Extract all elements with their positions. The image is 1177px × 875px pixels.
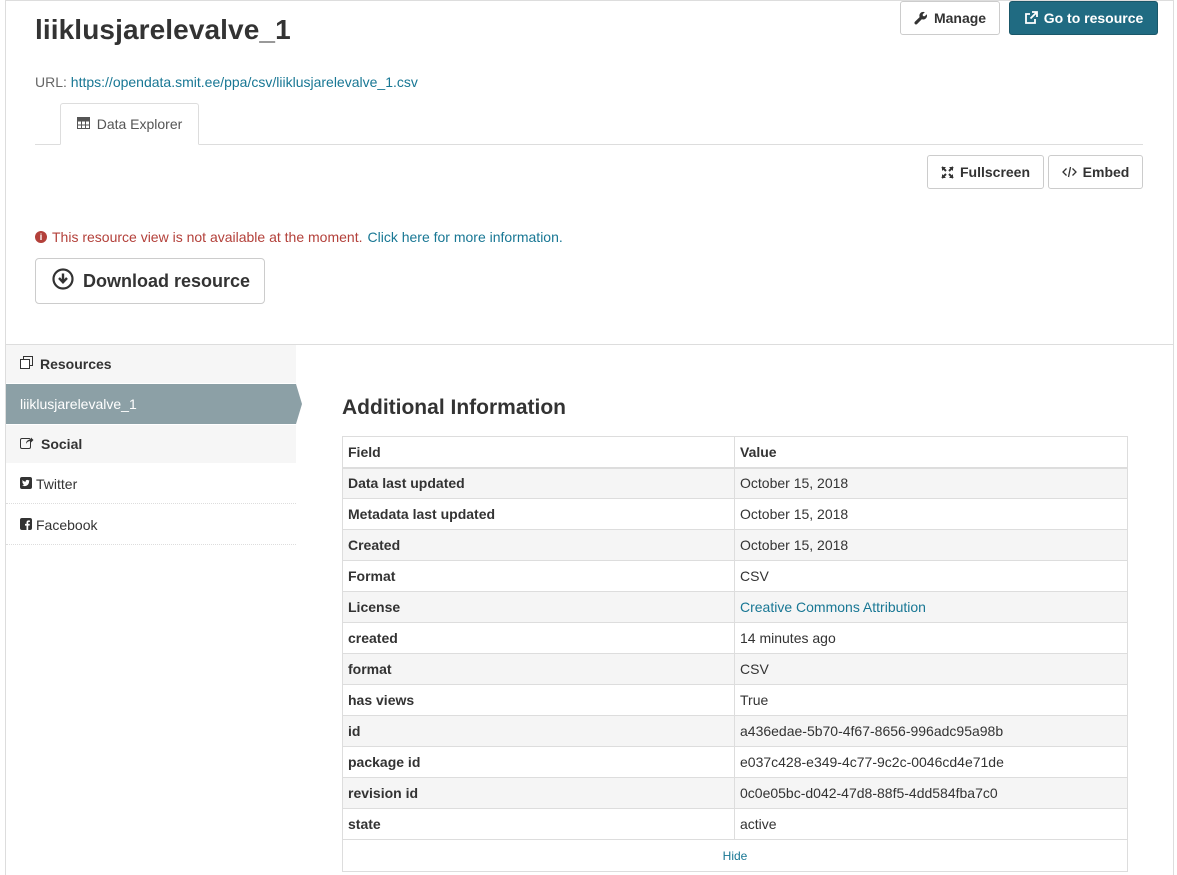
tab-divider — [35, 144, 1143, 145]
share-icon — [20, 436, 34, 452]
download-circle-icon — [52, 267, 74, 295]
embed-button[interactable]: Embed — [1048, 155, 1143, 189]
additional-info-table: Field Value Data last updated October 15… — [342, 436, 1128, 840]
table-icon — [76, 116, 90, 132]
url-label: URL: — [35, 74, 67, 90]
row-field: Data last updated — [342, 467, 735, 499]
table-row: format CSV — [342, 653, 1128, 685]
fullscreen-button[interactable]: Fullscreen — [927, 155, 1044, 189]
embed-label: Embed — [1082, 164, 1130, 180]
manage-button[interactable]: Manage — [900, 1, 1000, 35]
row-value: True — [734, 684, 1128, 716]
active-resource-label: liiklusjarelevalve_1 — [20, 396, 137, 412]
row-field: format — [342, 653, 735, 685]
hide-label: Hide — [722, 848, 748, 863]
sidebar-item-twitter[interactable]: Twitter — [6, 464, 296, 504]
table-row: Data last updated October 15, 2018 — [342, 467, 1128, 499]
additional-info-title: Additional Information — [342, 396, 566, 419]
wrench-icon — [914, 11, 928, 25]
notice-more-info-link[interactable]: Click here for more information. — [367, 229, 562, 245]
code-icon — [1061, 166, 1077, 178]
table-row: created 14 minutes ago — [342, 622, 1128, 654]
resources-heading-label: Resources — [40, 356, 112, 372]
row-value: October 15, 2018 — [734, 529, 1128, 561]
column-header-field: Field — [342, 436, 735, 469]
table-row: Format CSV — [342, 560, 1128, 592]
manage-button-label: Manage — [933, 10, 987, 26]
table-row: revision id 0c0e05bc-d042-47d8-88f5-4dd5… — [342, 777, 1128, 809]
sidebar-item-active-resource[interactable]: liiklusjarelevalve_1 — [6, 384, 302, 424]
row-field: state — [342, 808, 735, 840]
tab-data-explorer[interactable]: Data Explorer — [60, 103, 199, 145]
twitter-icon — [20, 476, 32, 492]
row-field: Metadata last updated — [342, 498, 735, 530]
table-row: Metadata last updated October 15, 2018 — [342, 498, 1128, 530]
row-value-license: Creative Commons Attribution — [734, 591, 1128, 623]
table-row: Created October 15, 2018 — [342, 529, 1128, 561]
row-value: 0c0e05bc-d042-47d8-88f5-4dd584fba7c0 — [734, 777, 1128, 809]
twitter-label: Twitter — [36, 475, 78, 492]
table-row: state active — [342, 808, 1128, 840]
social-heading-label: Social — [41, 436, 83, 452]
row-value: CSV — [734, 653, 1128, 685]
row-value: 14 minutes ago — [734, 622, 1128, 654]
row-field: has views — [342, 684, 735, 716]
row-value: active — [734, 808, 1128, 840]
row-value: CSV — [734, 560, 1128, 592]
table-row: has views True — [342, 684, 1128, 716]
license-link[interactable]: Creative Commons Attribution — [740, 599, 926, 615]
resources-heading: Resources — [6, 345, 296, 383]
row-field: Format — [342, 560, 735, 592]
row-field: License — [342, 591, 735, 623]
row-field: created — [342, 622, 735, 654]
row-value: October 15, 2018 — [734, 498, 1128, 530]
external-link-icon — [1024, 11, 1038, 25]
fullscreen-label: Fullscreen — [959, 164, 1031, 180]
social-heading: Social — [6, 425, 296, 463]
table-header-row: Field Value — [342, 436, 1128, 469]
facebook-icon — [20, 517, 32, 533]
resource-url-link[interactable]: https://opendata.smit.ee/ppa/csv/liiklus… — [71, 74, 418, 90]
facebook-label: Facebook — [36, 516, 98, 533]
sidebar-item-facebook[interactable]: Facebook — [6, 505, 296, 545]
copy-icon — [20, 356, 33, 372]
table-row: package id e037c428-e349-4c77-9c2c-0046c… — [342, 746, 1128, 778]
row-field: Created — [342, 529, 735, 561]
table-row: id a436edae-5b70-4f67-8656-996adc95a98b — [342, 715, 1128, 747]
column-header-value: Value — [734, 436, 1128, 469]
tab-data-explorer-label: Data Explorer — [96, 116, 183, 132]
info-circle-icon: i — [35, 231, 47, 243]
table-row: License Creative Commons Attribution — [342, 591, 1128, 623]
download-resource-label: Download resource — [83, 270, 251, 291]
row-field: package id — [342, 746, 735, 778]
notice-message: This resource view is not available at t… — [52, 229, 363, 245]
go-to-resource-button[interactable]: Go to resource — [1009, 1, 1158, 35]
go-to-resource-label: Go to resource — [1043, 10, 1144, 26]
download-resource-button[interactable]: Download resource — [35, 258, 265, 304]
resource-url-line: URL: https://opendata.smit.ee/ppa/csv/li… — [35, 74, 418, 90]
row-value: e037c428-e349-4c77-9c2c-0046cd4e71de — [734, 746, 1128, 778]
row-value: a436edae-5b70-4f67-8656-996adc95a98b — [734, 715, 1128, 747]
row-field: revision id — [342, 777, 735, 809]
row-value: October 15, 2018 — [734, 467, 1128, 499]
view-unavailable-notice: i This resource view is not available at… — [35, 229, 563, 245]
page-title: liiklusjarelevalve_1 — [35, 14, 291, 45]
expand-icon — [941, 165, 954, 179]
hide-toggle[interactable]: Hide — [342, 840, 1128, 872]
row-field: id — [342, 715, 735, 747]
